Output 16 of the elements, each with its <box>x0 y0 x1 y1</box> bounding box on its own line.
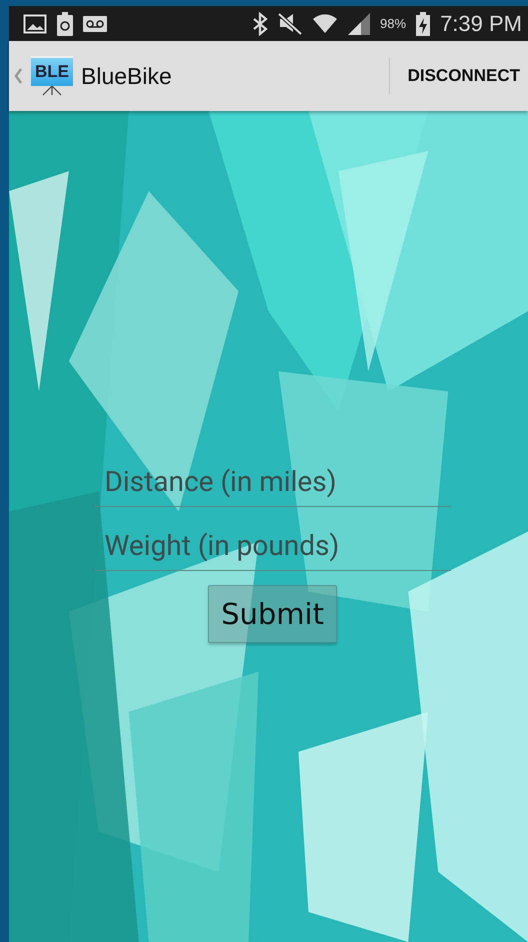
app-logo: BLE <box>31 56 73 86</box>
signal-icon <box>348 12 370 34</box>
battery-icon <box>57 12 73 36</box>
image-icon <box>23 14 47 34</box>
charging-battery-icon <box>416 12 430 36</box>
battery-percent: 98% <box>380 16 406 31</box>
submit-button[interactable]: Submit <box>208 585 337 643</box>
mute-icon <box>278 12 302 34</box>
clock-time: 7:39 PM <box>440 10 522 36</box>
voicemail-icon <box>83 16 107 32</box>
app-title: BlueBike <box>81 62 172 90</box>
stand-icon <box>40 86 64 96</box>
input-field[interactable]: Weight (in pounds) <box>94 507 450 571</box>
disconnect-button[interactable]: DISCONNECT <box>390 41 528 111</box>
back-icon[interactable] <box>13 68 23 84</box>
bluetooth-icon <box>252 12 268 36</box>
